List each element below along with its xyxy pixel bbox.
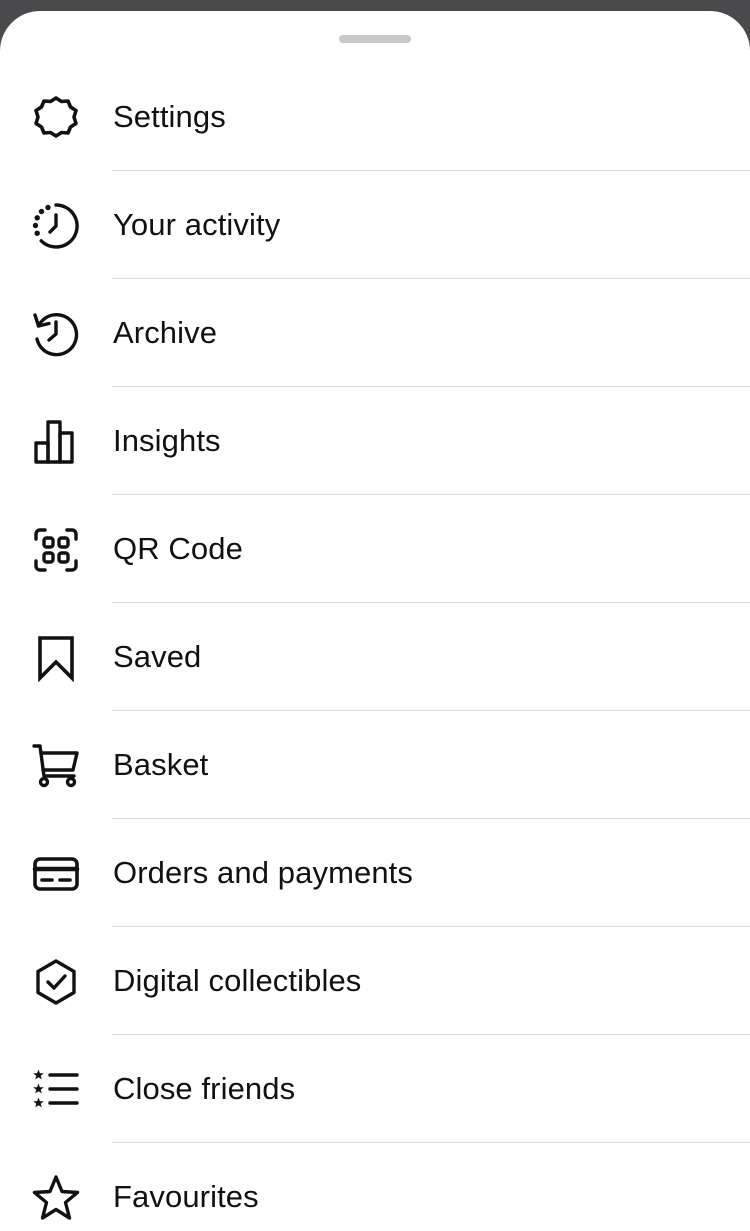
activity-clock-icon	[31, 201, 81, 251]
menu-item-digital-collectibles[interactable]: Digital collectibles	[0, 927, 750, 1035]
menu-item-label: Favourites	[113, 1179, 259, 1214]
bottom-sheet: Settings Your activity Archive Insights …	[0, 11, 750, 1231]
menu-item-label: Settings	[113, 99, 226, 134]
menu-item-label: Orders and payments	[113, 855, 413, 890]
credit-card-icon	[31, 849, 81, 899]
menu-item-archive[interactable]: Archive	[0, 279, 750, 387]
menu-item-label: Insights	[113, 423, 221, 458]
qr-code-icon	[31, 525, 81, 575]
menu-item-label: Digital collectibles	[113, 963, 362, 998]
menu-item-saved[interactable]: Saved	[0, 603, 750, 711]
menu-item-insights[interactable]: Insights	[0, 387, 750, 495]
star-list-icon	[31, 1065, 81, 1115]
gear-icon	[31, 93, 81, 143]
sheet-grabber-handle[interactable]	[339, 35, 411, 43]
bar-chart-icon	[31, 417, 81, 467]
menu-item-label: Close friends	[113, 1071, 296, 1106]
menu-item-label: Saved	[113, 639, 202, 674]
menu-item-basket[interactable]: Basket	[0, 711, 750, 819]
menu-item-label: Basket	[113, 747, 209, 782]
menu-item-settings[interactable]: Settings	[0, 63, 750, 171]
menu-item-your-activity[interactable]: Your activity	[0, 171, 750, 279]
menu-item-label: Your activity	[113, 207, 281, 242]
menu-item-close-friends[interactable]: Close friends	[0, 1035, 750, 1143]
archive-history-icon	[31, 309, 81, 359]
check-badge-icon	[31, 957, 81, 1007]
menu-item-qr-code[interactable]: QR Code	[0, 495, 750, 603]
star-icon	[31, 1173, 81, 1223]
menu-item-favourites[interactable]: Favourites	[0, 1143, 750, 1231]
shopping-cart-icon	[31, 741, 81, 791]
menu-item-label: Archive	[113, 315, 218, 350]
menu-item-orders-and-payments[interactable]: Orders and payments	[0, 819, 750, 927]
menu-item-label: QR Code	[113, 531, 243, 566]
menu-list: Settings Your activity Archive Insights …	[0, 63, 750, 1231]
bookmark-icon	[31, 633, 81, 683]
